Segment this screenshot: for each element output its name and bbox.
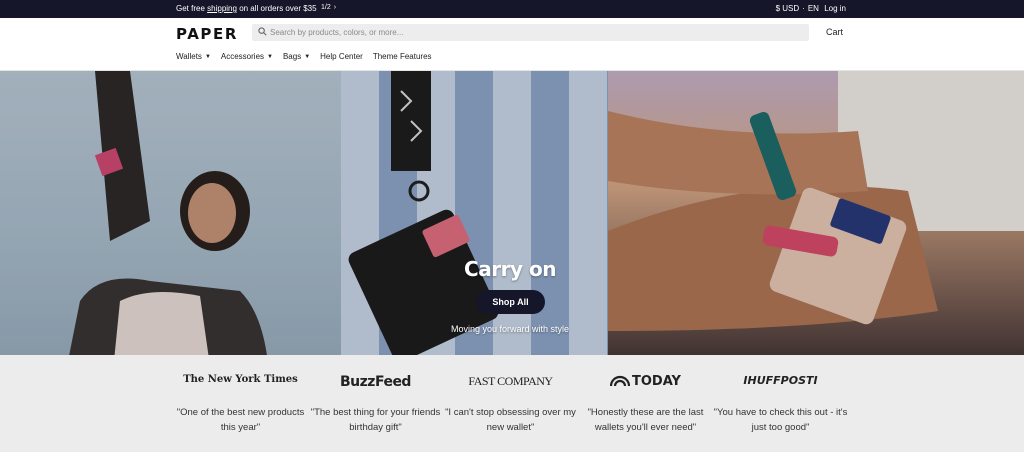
- main-nav: Wallets ▼ Accessories ▼ Bags ▼ Help Center …: [176, 52, 432, 61]
- nyt-logo: The New York Times: [183, 374, 298, 385]
- hero-subtitle: Moving you forward with style: [450, 324, 570, 334]
- nav-item-theme-features[interactable]: Theme Features: [373, 52, 432, 61]
- today-logo-text: TODAY: [632, 374, 681, 389]
- nav-item-label: Wallets: [176, 52, 202, 61]
- buzzfeed-logo: BuzzFeed: [340, 374, 411, 390]
- shipping-link[interactable]: shipping: [207, 4, 237, 13]
- nav-item-accessories[interactable]: Accessories ▼: [221, 52, 273, 61]
- promo-text: Get free shipping on all orders over $35: [176, 4, 317, 13]
- shop-all-button[interactable]: Shop All: [476, 290, 545, 314]
- press-quote: "The best thing for your friends birthda…: [310, 407, 441, 433]
- press-quote: "Honestly these are the last wallets you…: [587, 407, 704, 433]
- press-quote: "You have to check this out - it's just …: [713, 407, 848, 433]
- locale-and-login: $ USD · EN Log in: [773, 4, 846, 13]
- announcement-bar: Get free shipping on all orders over $35…: [0, 0, 1024, 18]
- locale-separator: ·: [802, 4, 805, 13]
- language-selector[interactable]: EN: [808, 4, 819, 13]
- promo-text-after: on all orders over $35: [239, 4, 317, 13]
- announcement-pager[interactable]: 1/2 ›: [321, 4, 336, 11]
- huffpost-logo: IHUFFPOSTI: [743, 374, 818, 387]
- nav-item-wallets[interactable]: Wallets ▼: [176, 52, 211, 61]
- page-bottom-edge: [0, 452, 1024, 470]
- nav-item-label: Help Center: [320, 52, 363, 61]
- site-header: PAPER Cart Wallets▼ Accessories▼ Bags▼ H…: [0, 18, 1024, 71]
- hero-banner: Carry on Shop All Moving you forward wit…: [0, 71, 1024, 355]
- rainbow-icon: [609, 375, 631, 387]
- today-logo: TODAY: [578, 374, 713, 389]
- promo-text-before: Get free: [176, 4, 205, 13]
- press-quote: "I can't stop obsessing over my new wall…: [445, 407, 576, 433]
- nav-item-help-center[interactable]: Help Center: [320, 52, 363, 61]
- pager-count: 1/2: [321, 4, 331, 11]
- nav-item-label: Bags: [282, 52, 302, 61]
- press-quote: "One of the best new products this year": [176, 407, 305, 433]
- search-icon: [258, 27, 267, 36]
- chevron-down-icon: ▼: [267, 53, 273, 60]
- nav-item-bags[interactable]: Bags ▼: [283, 52, 310, 61]
- nav-item-label: Theme Features: [372, 52, 432, 61]
- nav-item-label: Accessories: [220, 52, 265, 61]
- chevron-right-icon[interactable]: ›: [334, 4, 336, 11]
- search-bar[interactable]: [252, 24, 809, 41]
- cart-link[interactable]: Cart: [826, 27, 843, 37]
- search-input[interactable]: [270, 24, 800, 41]
- fastcompany-logo: FAST COMPANY: [468, 374, 553, 388]
- brand-logo[interactable]: PAPER: [176, 25, 238, 43]
- login-link[interactable]: Log in: [824, 4, 846, 13]
- chevron-down-icon: ▼: [204, 53, 211, 60]
- hero-title: Carry on: [464, 257, 556, 281]
- currency-selector[interactable]: $ USD: [776, 4, 800, 13]
- chevron-down-icon: ▼: [304, 53, 311, 60]
- hero-content: Carry on Shop All Moving you forward wit…: [0, 71, 1024, 355]
- press-section: The New York Times "One of the best new …: [0, 355, 1024, 452]
